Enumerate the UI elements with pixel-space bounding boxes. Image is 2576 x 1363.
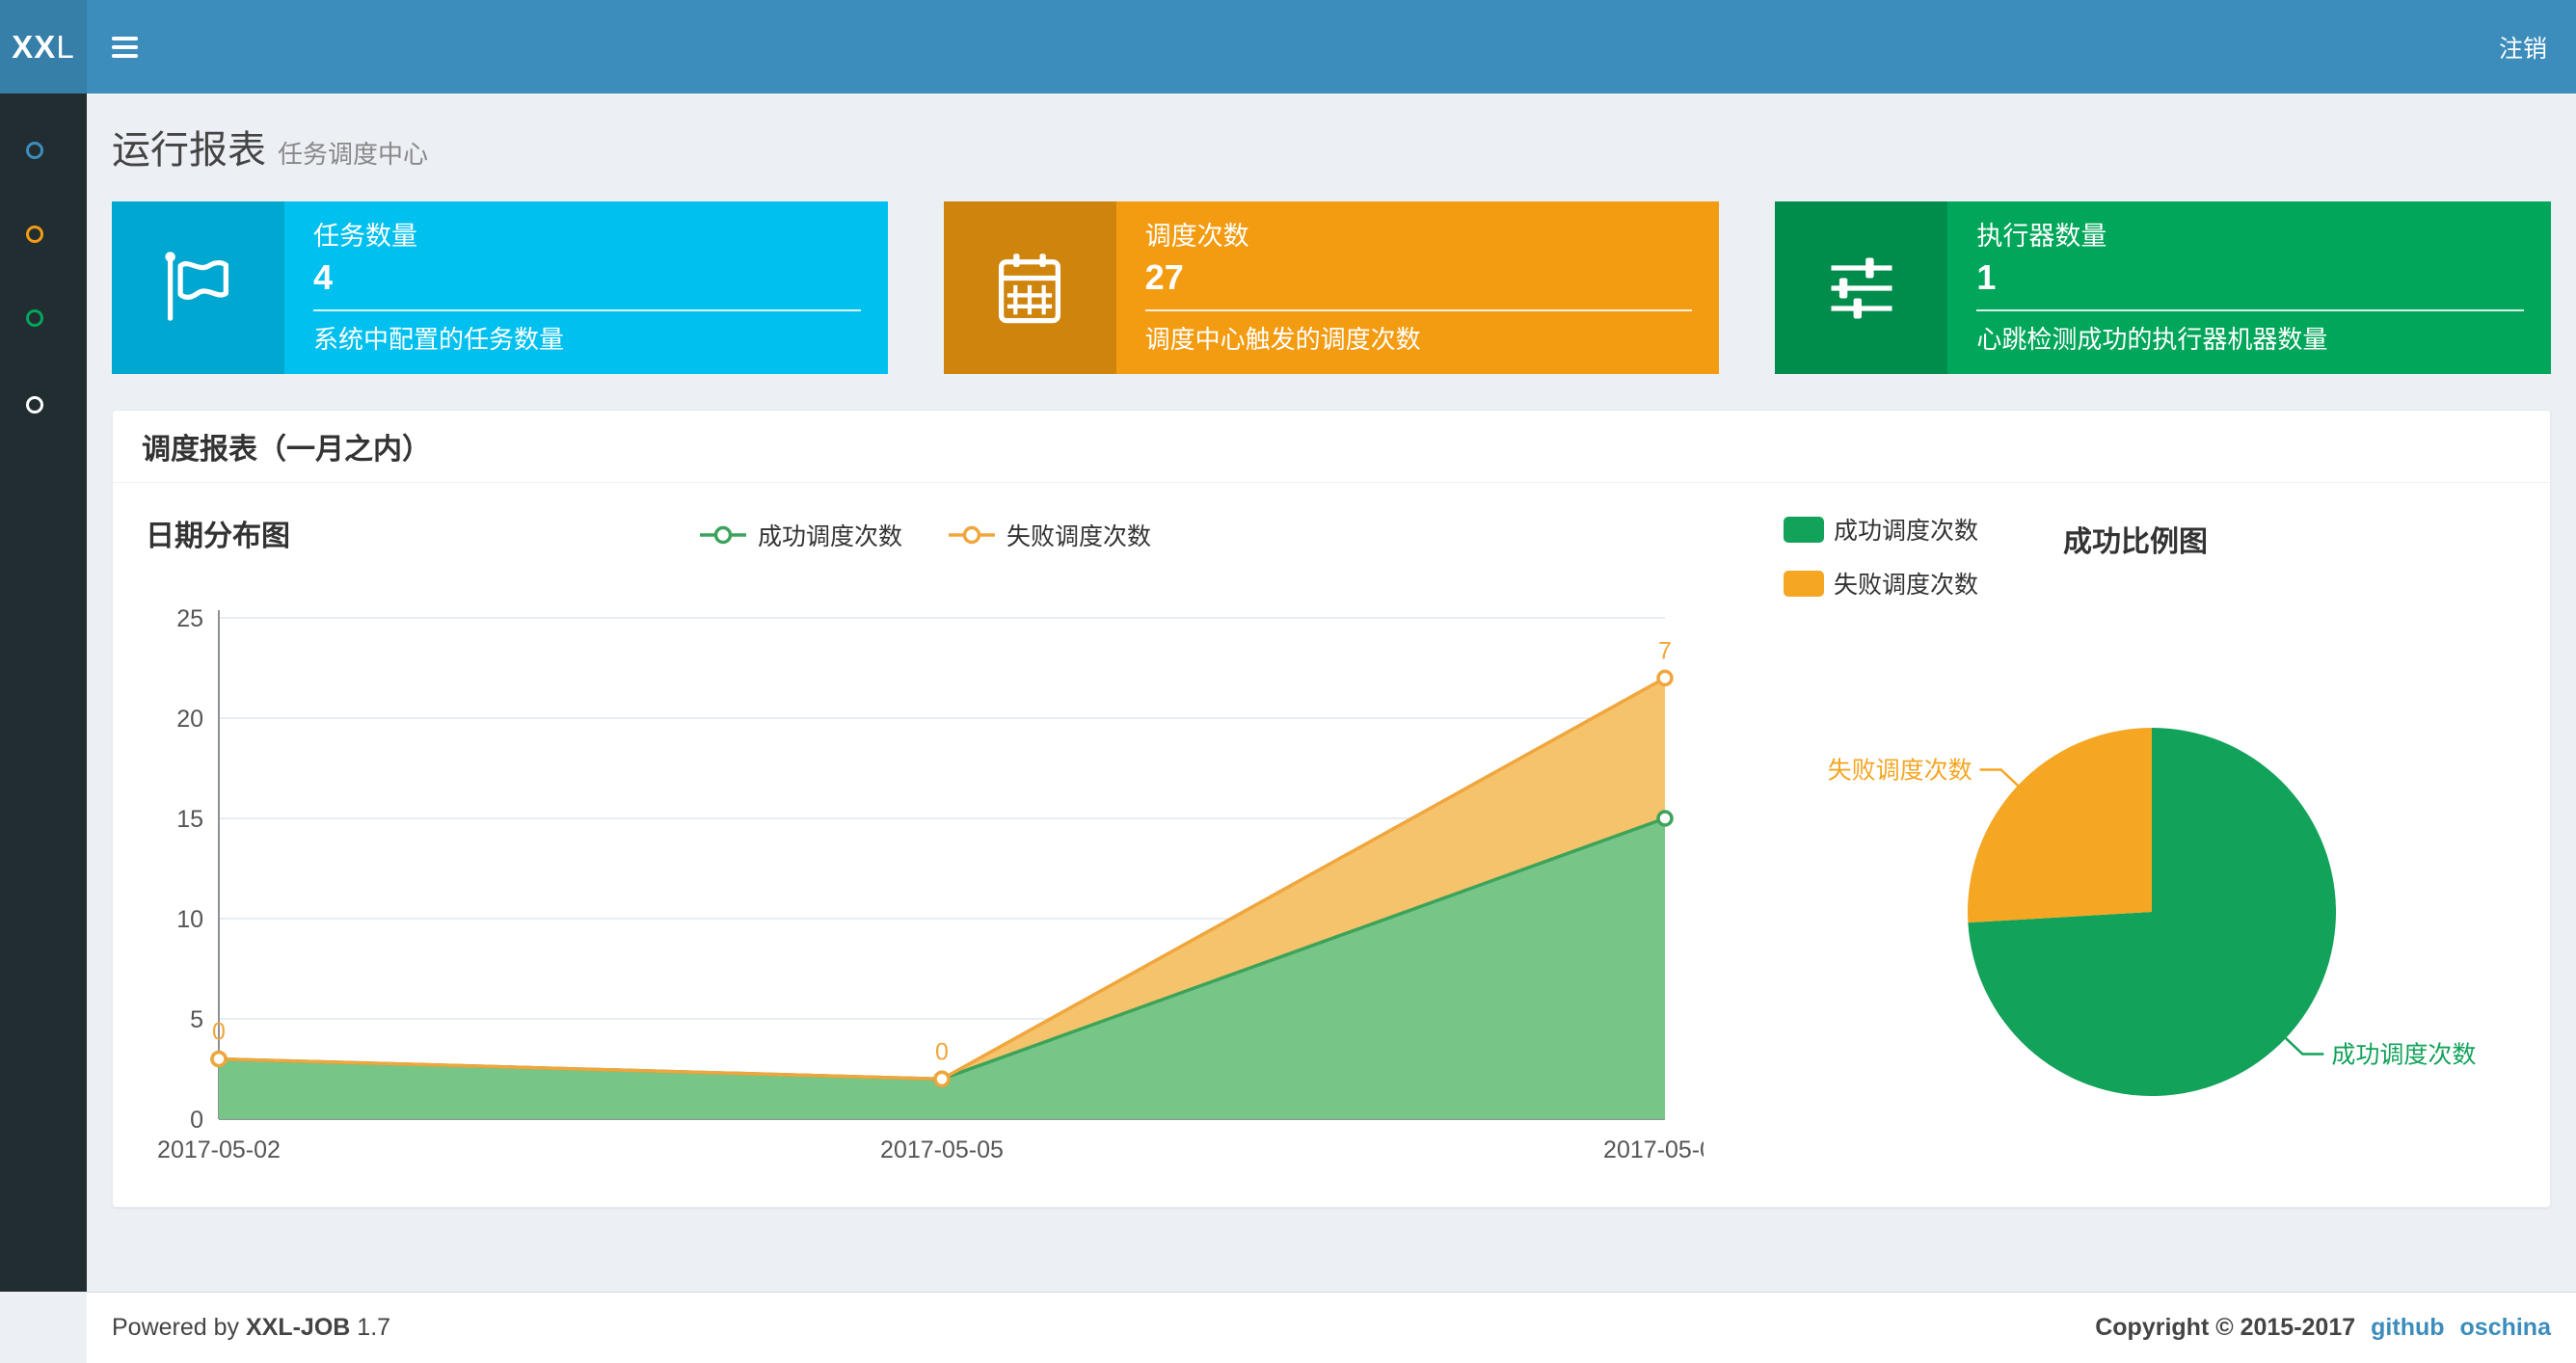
info-box-job-count: 任务数量 4 系统中配置的任务数量 (112, 201, 888, 374)
divider (1144, 309, 1693, 311)
circle-icon-green (26, 309, 43, 327)
info-box-description: 系统中配置的任务数量 (313, 325, 565, 354)
logout-link[interactable]: 注销 (2499, 30, 2547, 65)
footer-link-github[interactable]: github (2371, 1314, 2444, 1342)
info-box-executor-count: 执行器数量 1 心跳检测成功的执行器机器数量 (1775, 201, 2552, 374)
panel-title: 调度报表（一月之内） (113, 411, 2550, 483)
legend-item[interactable]: 成功调度次数 (698, 518, 902, 552)
calendar-icon (943, 201, 1116, 374)
top-navbar: XX L 注销 (0, 0, 2576, 94)
legend-item[interactable]: 失败调度次数 (1784, 566, 1978, 601)
powered-by: Powered by XXL-JOB 1.7 (112, 1314, 391, 1341)
sidebar-item-1[interactable] (0, 121, 87, 179)
copyright: Copyright © 2015-2017 (2095, 1314, 2356, 1341)
info-box-value: 27 (1144, 257, 1184, 297)
info-box-description: 心跳检测成功的执行器机器数量 (1976, 325, 2328, 354)
info-box-value: 4 (313, 257, 334, 297)
svg-text:2017-05-02: 2017-05-02 (157, 1136, 281, 1163)
line-chart-legend: 成功调度次数 失败调度次数 (113, 518, 1736, 552)
pie-chart: 成功调度次数 失败调度次数 (1828, 728, 2476, 1096)
svg-text:2017-05-08: 2017-05-08 (1603, 1136, 1704, 1163)
footer-right: Copyright © 2015-2017 github oschina (2095, 1314, 2551, 1342)
svg-text:7: 7 (1658, 637, 1672, 664)
legend-label: 失败调度次数 (1834, 572, 1979, 599)
legend-label: 成功调度次数 (1834, 518, 1979, 545)
sliders-icon (1775, 201, 1948, 374)
footer-links: github oschina (2371, 1314, 2551, 1342)
info-box-trigger-count: 调度次数 27 调度中心触发的调度次数 (943, 201, 1720, 374)
main-content: 运行报表 任务调度中心 任务数量 4 系统中配置的任务数量 调度次数 27 调度… (87, 94, 2576, 1292)
legend-swatch-icon (1784, 570, 1824, 597)
circle-icon-white (26, 396, 43, 414)
svg-text:0: 0 (935, 1038, 949, 1065)
flag-icon (112, 201, 284, 374)
svg-text:15: 15 (176, 806, 203, 833)
info-box-label: 执行器数量 (1976, 222, 2107, 251)
svg-text:失败调度次数: 失败调度次数 (1828, 757, 1972, 784)
svg-text:25: 25 (176, 605, 203, 632)
footer-link-oschina[interactable]: oschina (2460, 1314, 2551, 1342)
sidebar-item-4[interactable] (0, 376, 87, 434)
footer: Powered by XXL-JOB 1.7 Copyright © 2015-… (87, 1292, 2576, 1363)
legend-item[interactable]: 成功调度次数 (1784, 512, 1978, 547)
legend-item[interactable]: 失败调度次数 (947, 518, 1151, 552)
sidebar-toggle-button[interactable] (87, 0, 162, 94)
info-box-description: 调度中心触发的调度次数 (1144, 325, 1421, 354)
line-legend-marker-icon (699, 525, 746, 545)
legend-label: 成功调度次数 (757, 523, 902, 550)
pie-chart-title: 成功比例图 (2063, 526, 2208, 558)
app-logo-light: L (56, 28, 75, 65)
sidebar (0, 94, 87, 1292)
info-box-label: 任务数量 (313, 222, 417, 251)
line-chart: 05101520252017-05-022017-05-052017-05-08… (157, 605, 1704, 1163)
svg-text:10: 10 (176, 906, 203, 933)
app-logo[interactable]: XX L (0, 0, 87, 94)
line-legend-marker-icon (949, 525, 995, 545)
legend-swatch-icon (1784, 516, 1824, 543)
content-header: 运行报表 任务调度中心 (87, 94, 2576, 174)
info-box-row: 任务数量 4 系统中配置的任务数量 调度次数 27 调度中心触发的调度次数 执行… (112, 201, 2552, 374)
hamburger-icon (111, 36, 138, 40)
circle-icon-blue (26, 142, 43, 159)
circle-icon-yellow (26, 226, 43, 243)
pie-chart-legend: 成功调度次数 失败调度次数 (1784, 512, 1978, 620)
divider (1976, 309, 2525, 311)
sidebar-item-2[interactable] (0, 205, 87, 263)
app-logo-bold: XX (12, 28, 57, 65)
info-box-label: 调度次数 (1144, 222, 1249, 251)
svg-text:20: 20 (176, 706, 203, 733)
svg-text:0: 0 (212, 1019, 226, 1046)
page-subtitle: 任务调度中心 (278, 140, 429, 169)
svg-text:5: 5 (190, 1006, 203, 1033)
svg-text:0: 0 (190, 1107, 203, 1134)
schedule-report-panel: 调度报表（一月之内） 日期分布图 成功调度次数 失败调度次数 0 5 10 15 20 25… (112, 410, 2551, 1208)
svg-text:2017-05-05: 2017-05-05 (880, 1136, 1004, 1163)
page-title: 运行报表 任务调度中心 (112, 129, 429, 172)
svg-text:成功调度次数: 成功调度次数 (2331, 1042, 2476, 1069)
divider (313, 309, 861, 311)
info-box-value: 1 (1976, 257, 1997, 297)
sidebar-item-3[interactable] (0, 289, 87, 347)
panel-body: 日期分布图 成功调度次数 失败调度次数 0 5 10 15 20 25 2017-05-02 2… (113, 483, 2550, 1207)
legend-label: 失败调度次数 (1006, 523, 1152, 550)
